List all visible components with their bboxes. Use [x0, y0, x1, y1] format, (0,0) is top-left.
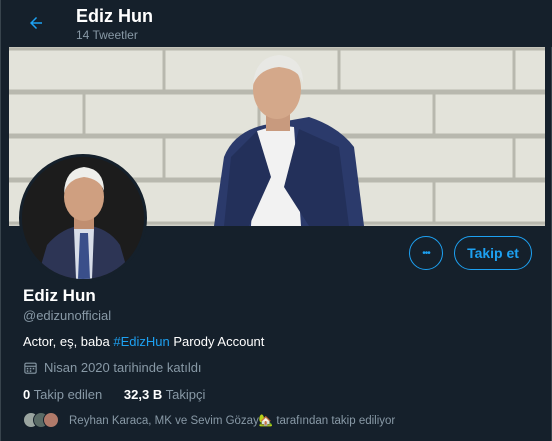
profile-name: Ediz Hun	[23, 286, 96, 305]
profile-page: Ediz Hun 14 Tweetler ••• Takip et Ediz H…	[0, 0, 552, 441]
followers-count: 32,3 B	[123, 387, 163, 402]
profile-header: Ediz Hun 14 Tweetler	[1, 0, 552, 47]
profile-avatar[interactable]	[19, 154, 147, 282]
profile-handle: @edizunofficial	[23, 308, 112, 323]
avatar-photo	[22, 157, 144, 279]
more-horizontal-icon: •••	[422, 247, 430, 259]
join-date-text: Nisan 2020 tarihinde katıldı	[44, 360, 202, 375]
follow-button[interactable]: Takip et	[454, 236, 532, 270]
follower-avatar	[43, 412, 59, 428]
header-name: Ediz Hun	[76, 6, 153, 26]
calendar-icon	[24, 362, 37, 374]
more-options-button[interactable]: •••	[409, 236, 443, 270]
followed-by-link[interactable]: Reyhan Karaca, MK ve Sevim Gözay🏡 tarafı…	[23, 412, 395, 428]
bio-hashtag-link[interactable]: #EdizHun	[113, 334, 169, 349]
tweet-count: 14 Tweetler	[76, 28, 138, 42]
following-link[interactable]: 0 Takip edilen	[23, 387, 102, 402]
arrow-left-icon	[30, 17, 42, 29]
following-label: Takip edilen	[30, 387, 103, 402]
followers-link[interactable]: 32,3 B Takipçi	[124, 387, 205, 402]
bio-text: Actor, eş, baba	[23, 334, 114, 349]
followers-label: Takipçi	[162, 387, 206, 402]
profile-bio: Actor, eş, baba #EdizHun Parody Account	[23, 334, 264, 349]
follow-stats: 0 Takip edilen 32,3 B Takipçi	[23, 387, 223, 402]
bio-text-suffix: Parody Account	[169, 334, 265, 349]
follower-avatars	[23, 412, 59, 428]
followed-by-text: Reyhan Karaca, MK ve Sevim Gözay🏡 tarafı…	[69, 415, 396, 427]
back-button[interactable]	[23, 10, 49, 36]
join-date: Nisan 2020 tarihinde katıldı	[23, 360, 202, 375]
